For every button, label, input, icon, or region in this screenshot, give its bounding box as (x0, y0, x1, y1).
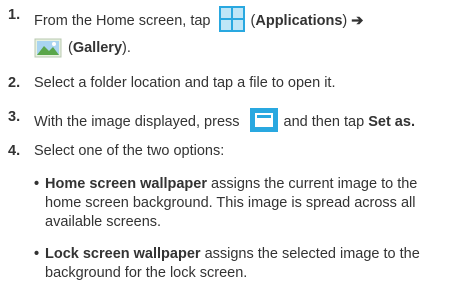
step-number: 2. (8, 75, 21, 91)
option-title: Lock screen wallpaper (45, 246, 201, 262)
instructions-page: 1. From the Home screen, tap (Applicatio… (0, 0, 469, 298)
step-number: 1. (8, 7, 21, 23)
option-home-screen-wallpaper: • Home screen wallpaper assigns the curr… (34, 175, 434, 232)
applications-icon (218, 6, 245, 32)
bullet-icon: • (34, 246, 40, 262)
step-number: 4. (8, 143, 21, 159)
step-text: Select a folder location and tap a file … (34, 75, 336, 91)
set-as-label: Set as. (368, 114, 415, 130)
applications-label: (Applications) (250, 13, 348, 29)
step-text-after: and then tap (283, 114, 365, 130)
step-number: 3. (8, 109, 21, 125)
menu-key-icon (249, 108, 278, 132)
bullet-icon: • (34, 176, 40, 192)
arrow-glyph: ➔ (347, 13, 364, 29)
step-text: Select one of the two options: (34, 143, 225, 159)
gallery-icon (34, 38, 62, 58)
option-lock-screen-wallpaper: • Lock screen wallpaper assigns the sele… (34, 245, 434, 283)
step-text: With the image displayed, press (34, 114, 240, 130)
option-title: Home screen wallpaper (45, 176, 207, 192)
step-text: From the Home screen, tap (34, 13, 211, 29)
gallery-label: (Gallery). (68, 40, 131, 56)
